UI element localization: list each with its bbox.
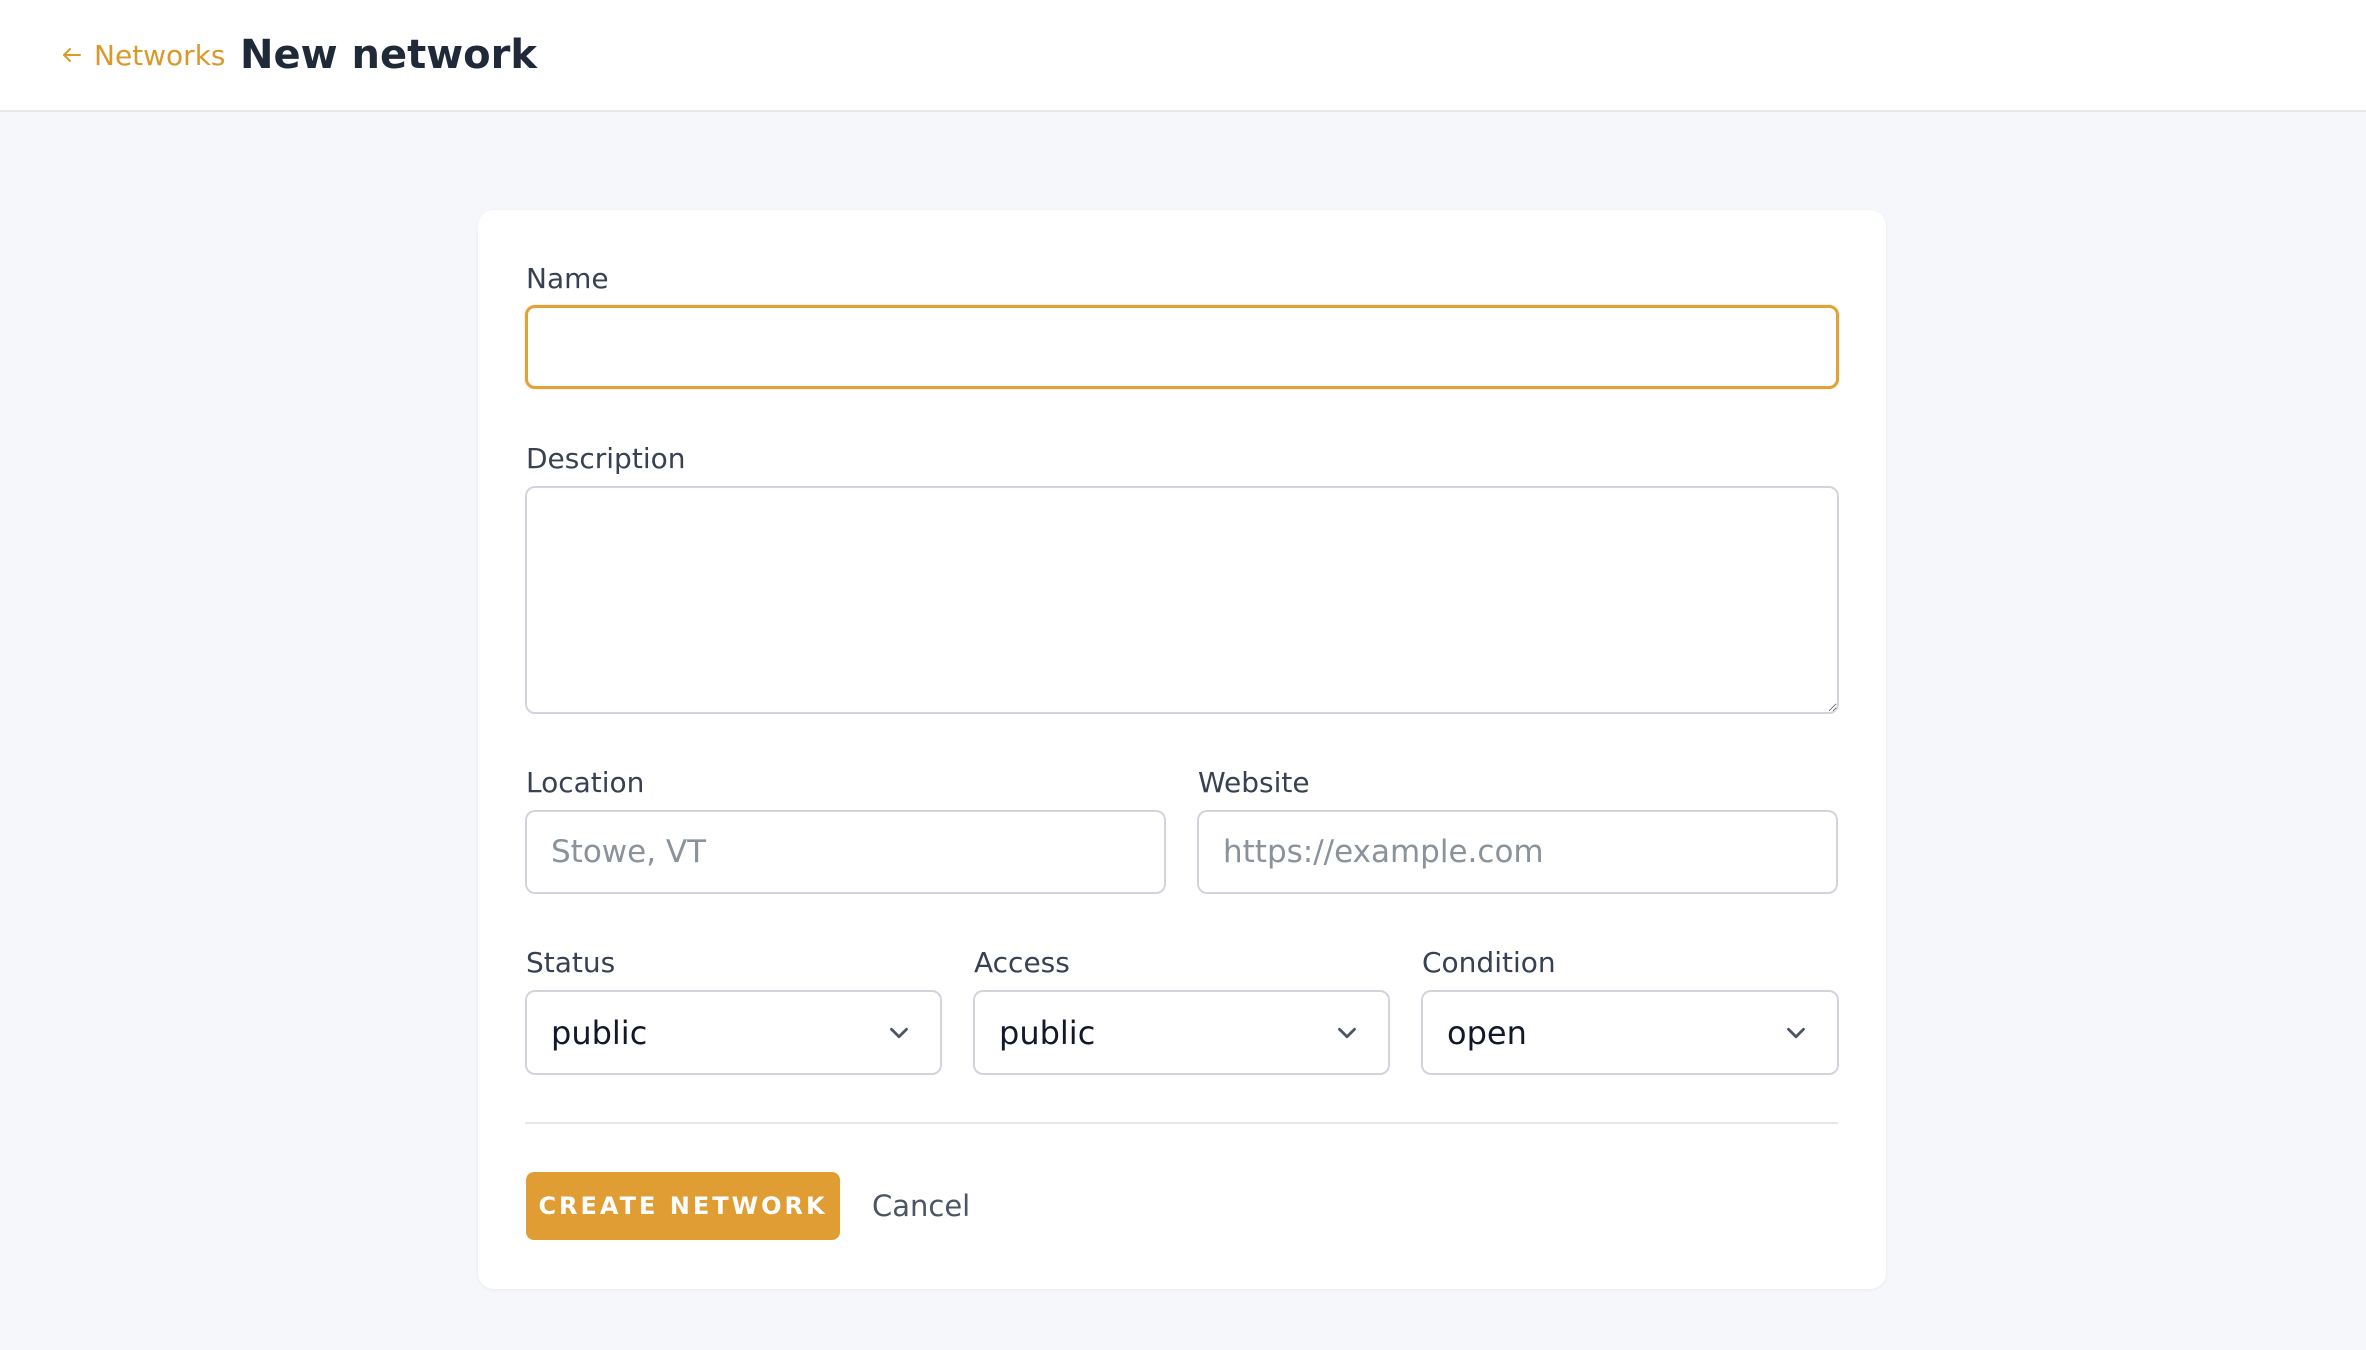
location-label: Location bbox=[526, 766, 645, 799]
back-link-label: Networks bbox=[94, 38, 226, 72]
condition-select[interactable]: open bbox=[1421, 990, 1839, 1075]
chevron-down-icon bbox=[1338, 1027, 1356, 1038]
name-label: Name bbox=[526, 262, 609, 295]
back-to-networks-link[interactable]: Networks bbox=[60, 0, 226, 110]
description-textarea[interactable] bbox=[525, 486, 1839, 714]
chevron-down-icon bbox=[1787, 1027, 1805, 1038]
condition-selected-value: open bbox=[1447, 1013, 1527, 1052]
status-label: Status bbox=[526, 946, 616, 979]
chevron-down-icon bbox=[890, 1027, 908, 1038]
page-title: New network bbox=[240, 32, 537, 78]
name-input[interactable] bbox=[525, 305, 1839, 389]
location-input[interactable] bbox=[525, 810, 1166, 894]
form-divider bbox=[525, 1122, 1838, 1124]
access-label: Access bbox=[974, 946, 1070, 979]
status-select[interactable]: public bbox=[525, 990, 942, 1075]
top-bar: Networks New network bbox=[0, 0, 2366, 112]
website-label: Website bbox=[1198, 766, 1310, 799]
website-input[interactable] bbox=[1197, 810, 1838, 894]
create-network-button[interactable]: CREATE NETWORK bbox=[526, 1172, 840, 1240]
access-select[interactable]: public bbox=[973, 990, 1390, 1075]
arrow-left-icon bbox=[63, 48, 81, 62]
description-label: Description bbox=[526, 442, 686, 475]
new-network-form-card: Name Description Location Website Status… bbox=[478, 210, 1886, 1289]
status-selected-value: public bbox=[551, 1013, 648, 1052]
access-selected-value: public bbox=[999, 1013, 1096, 1052]
cancel-link[interactable]: Cancel bbox=[872, 1172, 970, 1240]
condition-label: Condition bbox=[1422, 946, 1556, 979]
